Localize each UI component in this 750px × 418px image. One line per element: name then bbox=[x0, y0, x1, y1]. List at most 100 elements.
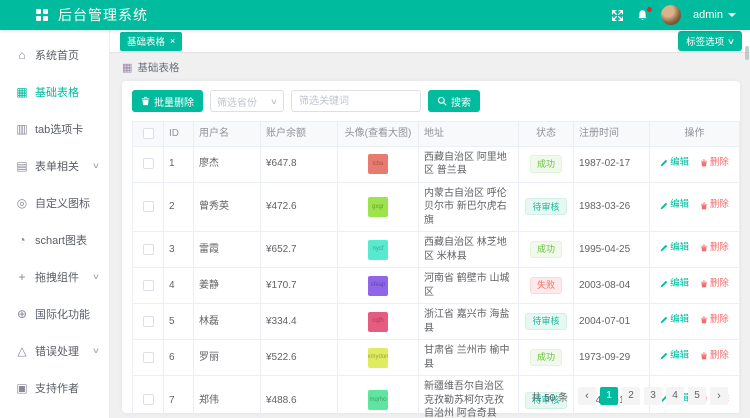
sidebar-item-error[interactable]: △ 错误处理 ∨ bbox=[0, 332, 109, 369]
prev-page-button[interactable]: ‹ bbox=[578, 387, 596, 405]
sidebar-item-drag[interactable]: + 拖拽组件 ∨ bbox=[0, 258, 109, 295]
home-icon: ⌂ bbox=[15, 48, 29, 62]
page-button-4[interactable]: 4 bbox=[666, 387, 684, 405]
keyword-input[interactable] bbox=[291, 90, 421, 112]
batch-delete-button[interactable]: 批量删除 bbox=[132, 90, 203, 112]
notification-dot bbox=[647, 7, 652, 12]
sidebar-item-schart[interactable]: ◔ schart图表 ∨ bbox=[0, 221, 109, 258]
edit-button[interactable]: 编辑 bbox=[660, 350, 689, 363]
delete-button[interactable]: 删除 bbox=[700, 157, 729, 170]
close-icon[interactable]: × bbox=[170, 37, 175, 46]
notification-bell-icon[interactable] bbox=[636, 9, 649, 22]
province-select[interactable]: 筛选省份 ∨ bbox=[210, 90, 284, 112]
page-button-1[interactable]: 1 bbox=[600, 387, 618, 405]
row-checkbox[interactable] bbox=[143, 316, 154, 327]
table-card: 批量删除 筛选省份 ∨ 搜索 bbox=[122, 81, 740, 413]
scrollbar-thumb[interactable] bbox=[745, 46, 749, 60]
sidebar-menu: ⌂ 系统首页 ∨ ▦ 基础表格 ∨ ▥ tab选项卡 ∨ ▤ 表单相关 ∨ ◎ … bbox=[0, 30, 110, 418]
menu-grid-icon[interactable] bbox=[36, 9, 48, 21]
user-name-label: admin bbox=[693, 9, 723, 21]
tab-basic-table[interactable]: 基础表格 × bbox=[120, 32, 182, 51]
table-row: 5 林磊 ¥334.4 cqfh 浙江省 嘉兴市 海盐县 待审核 2004-07… bbox=[133, 304, 740, 340]
edit-button[interactable]: 编辑 bbox=[660, 199, 689, 212]
chevron-down-icon: ∨ bbox=[270, 97, 278, 106]
pagination-total: 共 50 条 bbox=[531, 389, 568, 404]
edit-button[interactable]: 编辑 bbox=[660, 314, 689, 327]
page-button-2[interactable]: 2 bbox=[622, 387, 640, 405]
page-button-3[interactable]: 3 bbox=[644, 387, 662, 405]
status-badge: 待审核 bbox=[525, 198, 566, 215]
delete-button[interactable]: 删除 bbox=[700, 242, 729, 255]
drag-icon: + bbox=[15, 270, 29, 284]
pencil-icon bbox=[660, 159, 668, 167]
cell-address: 内蒙古自治区 呼伦贝尔市 新巴尔虎右旗 bbox=[419, 182, 519, 232]
row-checkbox[interactable] bbox=[143, 158, 154, 169]
chevron-down-icon: ∨ bbox=[92, 346, 100, 355]
table-row: 6 罗丽 ¥522.6 xmydon 甘肃省 兰州市 榆中县 成功 1973-0… bbox=[133, 340, 740, 376]
cell-address: 西藏自治区 阿里地区 普兰县 bbox=[419, 146, 519, 182]
header-operations: 操作 bbox=[650, 122, 740, 147]
cell-balance: ¥472.6 bbox=[261, 182, 338, 232]
select-all-checkbox[interactable] bbox=[143, 128, 154, 139]
search-button[interactable]: 搜索 bbox=[428, 90, 480, 112]
sidebar-item-i18n[interactable]: ⊕ 国际化功能 ∨ bbox=[0, 295, 109, 332]
avatar-thumbnail[interactable]: sfeap bbox=[368, 276, 388, 296]
page-button-5[interactable]: 5 bbox=[688, 387, 706, 405]
status-badge: 成功 bbox=[530, 241, 562, 258]
app-window: 后台管理系统 admin ⌂ 系统首页 ∨ bbox=[0, 0, 750, 418]
table-row: 1 廖杰 ¥647.8 lcba 西藏自治区 阿里地区 普兰县 成功 1987-… bbox=[133, 146, 740, 182]
warning-icon: △ bbox=[15, 344, 29, 358]
delete-label: 删除 bbox=[710, 350, 729, 363]
sidebar-item-home[interactable]: ⌂ 系统首页 ∨ bbox=[0, 36, 109, 73]
sidebar-item-donate[interactable]: ▣ 支持作者 ∨ bbox=[0, 369, 109, 406]
cell-regtime: 1983-03-26 bbox=[574, 182, 650, 232]
delete-button[interactable]: 删除 bbox=[700, 350, 729, 363]
cell-balance: ¥647.8 bbox=[261, 146, 338, 182]
tab-bar: 基础表格 × 标签选项 ∨ bbox=[110, 30, 750, 53]
sidebar-item-form[interactable]: ▤ 表单相关 ∨ bbox=[0, 147, 109, 184]
cell-regtime: 2004-07-01 bbox=[574, 304, 650, 340]
header-regtime: 注册时间 bbox=[574, 122, 650, 147]
trash-icon bbox=[700, 280, 708, 288]
delete-button[interactable]: 删除 bbox=[700, 199, 729, 212]
user-menu[interactable]: admin bbox=[693, 9, 736, 21]
sidebar-item-tabs[interactable]: ▥ tab选项卡 ∨ bbox=[0, 110, 109, 147]
header-id: ID bbox=[164, 122, 194, 147]
avatar-thumbnail[interactable]: nycf bbox=[368, 240, 388, 260]
fullscreen-icon[interactable] bbox=[611, 9, 624, 22]
avatar-thumbnail[interactable]: cqfh bbox=[368, 312, 388, 332]
row-checkbox[interactable] bbox=[143, 352, 154, 363]
pencil-icon bbox=[660, 280, 668, 288]
row-checkbox[interactable] bbox=[143, 244, 154, 255]
sidebar-item-custom-icon[interactable]: ◎ 自定义图标 ∨ bbox=[0, 184, 109, 221]
row-checkbox[interactable] bbox=[143, 201, 154, 212]
edit-button[interactable]: 编辑 bbox=[660, 278, 689, 291]
pagination: 共 50 条 ‹ 12345 › bbox=[132, 381, 730, 407]
delete-button[interactable]: 删除 bbox=[700, 314, 729, 327]
sidebar-item-base-table[interactable]: ▦ 基础表格 ∨ bbox=[0, 73, 109, 110]
delete-label: 删除 bbox=[710, 199, 729, 212]
user-avatar[interactable] bbox=[661, 5, 681, 25]
delete-button[interactable]: 删除 bbox=[700, 278, 729, 291]
edit-label: 编辑 bbox=[670, 157, 689, 170]
smile-icon: ◎ bbox=[15, 196, 29, 210]
tag-options-label: 标签选项 bbox=[686, 34, 724, 48]
edit-button[interactable]: 编辑 bbox=[660, 242, 689, 255]
users-table: ID 用户名 账户余额 头像(查看大图) 地址 状态 注册时间 操作 bbox=[132, 121, 740, 418]
avatar-thumbnail[interactable]: xmydon bbox=[368, 348, 388, 368]
tag-options-button[interactable]: 标签选项 ∨ bbox=[678, 31, 742, 51]
topbar: 后台管理系统 admin bbox=[0, 0, 750, 30]
avatar-thumbnail[interactable]: lcba bbox=[368, 154, 388, 174]
edit-button[interactable]: 编辑 bbox=[660, 157, 689, 170]
trash-icon bbox=[700, 159, 708, 167]
search-label: 搜索 bbox=[451, 94, 471, 109]
row-checkbox[interactable] bbox=[143, 280, 154, 291]
next-page-button[interactable]: › bbox=[710, 387, 728, 405]
author-icon: ▣ bbox=[15, 381, 29, 395]
chevron-down-icon bbox=[728, 13, 736, 17]
province-select-placeholder: 筛选省份 bbox=[217, 94, 257, 109]
cell-username: 姜静 bbox=[194, 268, 261, 304]
cell-id: 4 bbox=[164, 268, 194, 304]
header-avatar: 头像(查看大图) bbox=[338, 122, 419, 147]
avatar-thumbnail[interactable]: gxgr bbox=[368, 197, 388, 217]
